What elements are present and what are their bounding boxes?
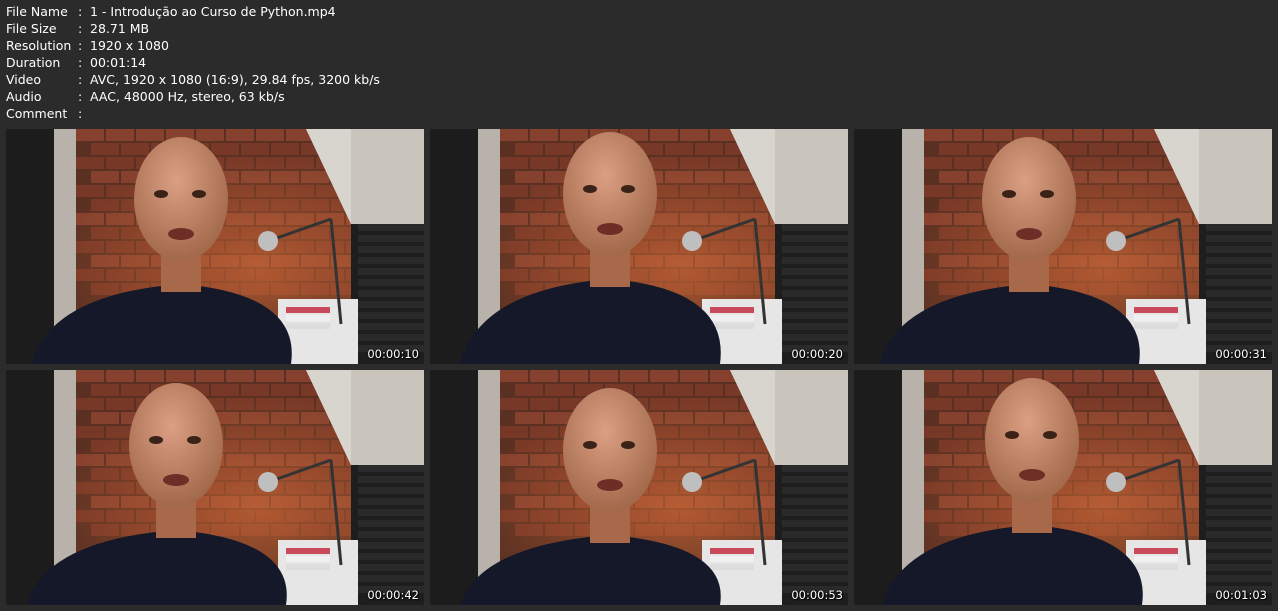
duration-value: 00:01:14 bbox=[90, 55, 147, 70]
metadata-row-audio: Audio : AAC, 48000 Hz, stereo, 63 kb/s bbox=[6, 88, 380, 105]
video-thumbnail[interactable]: 00:00:10 bbox=[6, 129, 424, 364]
separator: : bbox=[78, 89, 83, 104]
resolution-label: Resolution bbox=[6, 38, 72, 53]
separator: : bbox=[78, 21, 83, 36]
file-name-value: 1 - Introdução ao Curso de Python.mp4 bbox=[90, 4, 336, 19]
video-thumbnail[interactable]: 00:00:53 bbox=[430, 370, 848, 605]
thumbnail-grid: 00:00:10 00:00:20 00:00:31 00:00:42 00:0… bbox=[6, 129, 1272, 605]
file-name-label: File Name bbox=[6, 4, 68, 19]
video-frame bbox=[430, 370, 848, 605]
metadata-row-file-name: File Name : 1 - Introdução ao Curso de P… bbox=[6, 3, 380, 20]
thumbnail-timestamp: 00:01:03 bbox=[1215, 588, 1267, 602]
separator: : bbox=[78, 72, 83, 87]
video-frame bbox=[854, 370, 1272, 605]
video-thumbnail[interactable]: 00:00:20 bbox=[430, 129, 848, 364]
separator: : bbox=[78, 4, 83, 19]
video-metadata-panel: File Name : 1 - Introdução ao Curso de P… bbox=[6, 3, 380, 122]
video-thumbnail[interactable]: 00:01:03 bbox=[854, 370, 1272, 605]
thumbnail-timestamp: 00:00:42 bbox=[367, 588, 419, 602]
video-label: Video bbox=[6, 72, 42, 87]
file-size-value: 28.71 MB bbox=[90, 21, 150, 36]
metadata-row-video: Video : AVC, 1920 x 1080 (16:9), 29.84 f… bbox=[6, 71, 380, 88]
video-thumbnail[interactable]: 00:00:31 bbox=[854, 129, 1272, 364]
file-size-label: File Size bbox=[6, 21, 57, 36]
video-value: AVC, 1920 x 1080 (16:9), 29.84 fps, 3200… bbox=[90, 72, 380, 87]
metadata-row-comment: Comment : bbox=[6, 105, 380, 122]
thumbnail-timestamp: 00:00:20 bbox=[791, 347, 843, 361]
audio-value: AAC, 48000 Hz, stereo, 63 kb/s bbox=[90, 89, 285, 104]
metadata-row-resolution: Resolution : 1920 x 1080 bbox=[6, 37, 380, 54]
separator: : bbox=[78, 55, 83, 70]
video-frame bbox=[854, 129, 1272, 364]
separator: : bbox=[78, 38, 83, 53]
audio-label: Audio bbox=[6, 89, 42, 104]
separator: : bbox=[78, 106, 83, 121]
duration-label: Duration bbox=[6, 55, 61, 70]
video-frame bbox=[6, 370, 424, 605]
thumbnail-timestamp: 00:00:10 bbox=[367, 347, 419, 361]
comment-label: Comment bbox=[6, 106, 68, 121]
video-frame bbox=[430, 129, 848, 364]
metadata-row-file-size: File Size : 28.71 MB bbox=[6, 20, 380, 37]
video-thumbnail[interactable]: 00:00:42 bbox=[6, 370, 424, 605]
metadata-row-duration: Duration : 00:01:14 bbox=[6, 54, 380, 71]
thumbnail-timestamp: 00:00:31 bbox=[1215, 347, 1267, 361]
video-frame bbox=[6, 129, 424, 364]
thumbnail-timestamp: 00:00:53 bbox=[791, 588, 843, 602]
resolution-value: 1920 x 1080 bbox=[90, 38, 169, 53]
